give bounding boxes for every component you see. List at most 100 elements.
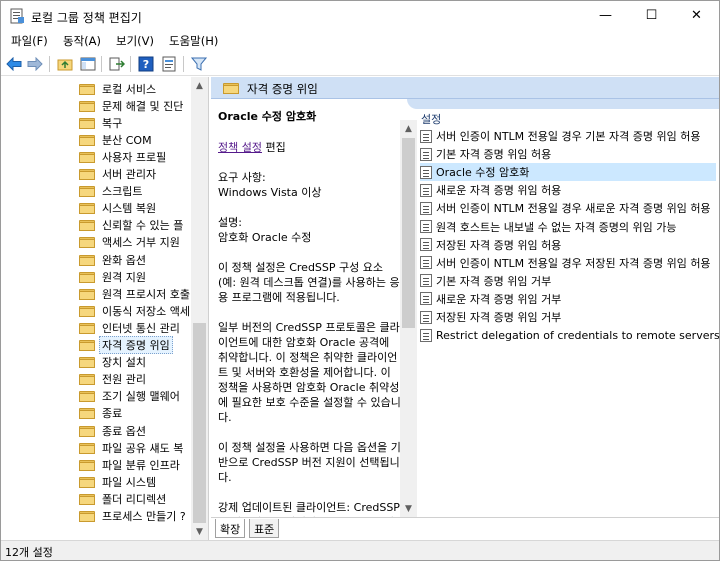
tree-item[interactable]: 조기 실행 맬웨어 <box>79 388 183 405</box>
close-button[interactable]: ✕ <box>674 1 719 30</box>
tree-item[interactable]: 신뢰할 수 있는 플 <box>79 217 186 234</box>
setting-row[interactable]: 서버 인증이 NTLM 전용일 경우 저장된 자격 증명 위임 허용 <box>420 254 716 272</box>
folder-icon <box>79 254 95 266</box>
policy-setting-icon <box>420 274 432 288</box>
export-list-icon[interactable] <box>108 55 126 73</box>
detail-pane: 자격 증명 위임 Oracle 수정 암호화 정책 설정 편집 요구 사항: Wi… <box>211 77 719 540</box>
requirements: 요구 사항: Windows Vista 이상 <box>218 170 401 200</box>
policy-setting-icon <box>420 292 432 306</box>
tree-item[interactable]: 로컬 서비스 <box>79 80 159 97</box>
policy-setting-icon <box>420 328 432 342</box>
setting-label: Oracle 수정 암호화 <box>436 166 530 180</box>
tab-standard[interactable]: 표준 <box>249 519 280 538</box>
back-arrow-icon[interactable] <box>5 55 23 73</box>
description-paragraph: 이 정책 설정은 CredSSP 구성 요소(예: 원격 데스크톱 연결)를 사… <box>218 261 400 304</box>
tree-item[interactable]: 파일 분류 인프라 <box>79 456 183 473</box>
tree-item[interactable]: 인터넷 통신 관리 <box>79 319 183 336</box>
tree-item[interactable]: 복구 <box>79 114 125 131</box>
description-value: 암호화 Oracle 수정 <box>218 231 312 244</box>
tree-item[interactable]: 전원 관리 <box>79 371 149 388</box>
menu-action[interactable]: 동작(A) <box>63 33 101 49</box>
menu-file[interactable]: 파일(F) <box>11 33 48 49</box>
setting-row[interactable]: 새로운 자격 증명 위임 허용 <box>420 181 716 199</box>
tree-item-label: 파일 시스템 <box>102 475 157 489</box>
setting-label: Restrict delegation of credentials to re… <box>436 329 719 343</box>
detail-header: 자격 증명 위임 <box>211 77 719 99</box>
setting-row[interactable]: Oracle 수정 암호화 <box>420 163 716 182</box>
tree-scroll-thumb[interactable] <box>193 323 206 523</box>
tree-item[interactable]: 이동식 저장소 액세 <box>79 302 193 319</box>
setting-row[interactable]: 서버 인증이 NTLM 전용일 경우 새로운 자격 증명 위임 허용 <box>420 199 716 217</box>
tree-item[interactable]: 원격 프로시저 호출 <box>79 285 193 302</box>
folder-icon <box>79 288 95 300</box>
policy-setting-icon <box>420 147 432 161</box>
folder-icon <box>79 100 95 112</box>
tree-item[interactable]: 종료 <box>79 405 125 422</box>
menu-help[interactable]: 도움말(H) <box>169 33 218 49</box>
folder-icon <box>79 322 95 334</box>
tree-item[interactable]: 종료 옵션 <box>79 422 149 439</box>
tree-item-label: 문제 해결 및 진단 <box>102 99 184 113</box>
tree-item[interactable]: 장치 설치 <box>79 354 149 371</box>
setting-label: 기본 자격 증명 위임 거부 <box>436 274 552 288</box>
setting-row[interactable]: 기본 자격 증명 위임 거부 <box>420 272 716 290</box>
tree-item[interactable]: 폴더 리디렉션 <box>79 490 169 507</box>
description-paragraph: 일부 버전의 CredSSP 프로토콜은 클라이언트에 대한 암호화 Oracl… <box>218 321 401 424</box>
folder-icon <box>79 476 95 488</box>
folder-icon <box>79 339 95 351</box>
folder-icon <box>79 83 95 95</box>
maximize-button[interactable]: ☐ <box>629 1 674 30</box>
tree-item[interactable]: 프로세스 만들기 ? <box>79 508 189 525</box>
up-folder-icon[interactable] <box>56 55 74 73</box>
edit-policy-link[interactable]: 정책 설정 <box>218 141 262 154</box>
tab-extended[interactable]: 확장 <box>215 519 246 538</box>
setting-row[interactable]: 저장된 자격 증명 위임 허용 <box>420 236 716 254</box>
tree-item-label: 원격 지원 <box>102 270 146 284</box>
folder-icon <box>223 82 239 94</box>
show-hide-tree-icon[interactable] <box>79 55 97 73</box>
setting-row[interactable]: 서버 인증이 NTLM 전용일 경우 기본 자격 증명 위임 허용 <box>420 127 716 145</box>
tree-item[interactable]: 완화 옵션 <box>79 251 149 268</box>
tree-item[interactable]: 서버 관리자 <box>79 166 159 183</box>
tree-item[interactable]: 사용자 프로필 <box>79 148 169 165</box>
forward-arrow-icon[interactable] <box>26 55 44 73</box>
folder-icon <box>79 219 95 232</box>
folder-icon <box>79 305 95 317</box>
policy-setting-icon <box>420 256 432 270</box>
tree-item[interactable]: 자격 증명 위임 <box>79 336 173 354</box>
tree-item-label: 서버 관리자 <box>102 168 157 181</box>
setting-row[interactable]: 저장된 자격 증명 위임 거부 <box>420 308 716 326</box>
scroll-up-icon[interactable]: ▲ <box>191 77 208 94</box>
filter-icon[interactable] <box>190 55 208 73</box>
tree-item-label: 자격 증명 위임 <box>99 336 173 354</box>
detail-header-title: 자격 증명 위임 <box>247 82 318 96</box>
scroll-down-icon[interactable]: ▼ <box>191 523 208 540</box>
properties-icon[interactable] <box>160 55 178 73</box>
tree-item[interactable]: 스크립트 <box>79 183 145 200</box>
setting-row[interactable]: 새로운 자격 증명 위임 거부 <box>420 290 716 308</box>
tree-item[interactable]: 분산 COM <box>79 131 155 148</box>
setting-row[interactable]: Restrict delegation of credentials to re… <box>420 326 719 344</box>
setting-row[interactable]: 원격 호스트는 내보낼 수 없는 자격 증명의 위임 가능 <box>420 218 716 236</box>
toolbar-separator <box>130 56 131 72</box>
tree-vertical-scrollbar[interactable]: ▲ ▼ <box>191 77 208 540</box>
tree-item[interactable]: 시스템 복원 <box>79 200 159 217</box>
help-icon[interactable]: ? <box>137 55 155 73</box>
description-label: 설명: <box>218 216 242 229</box>
tree-item-label: 파일 공유 섀도 복 <box>102 441 184 455</box>
tree-item[interactable]: 액세스 거부 지원 <box>79 234 183 251</box>
setting-row[interactable]: 기본 자격 증명 위임 허용 <box>420 145 716 163</box>
tree-item[interactable]: 원격 지원 <box>79 268 149 285</box>
tree-item[interactable]: 문제 해결 및 진단 <box>79 97 186 114</box>
tree-item-label: 로컬 서비스 <box>102 82 157 96</box>
minimize-button[interactable]: — <box>583 1 628 30</box>
tree-item-label: 스크립트 <box>102 185 143 199</box>
status-bar: 12개 설정 <box>1 540 719 560</box>
toolbar-separator <box>101 56 102 72</box>
tree-item[interactable]: 파일 공유 섀도 복 <box>79 439 186 456</box>
column-header-setting[interactable]: 설정 <box>421 111 441 127</box>
menu-view[interactable]: 보기(V) <box>116 33 154 49</box>
tree-item[interactable]: 파일 시스템 <box>79 473 159 490</box>
tree-item-label: 장치 설치 <box>102 356 146 370</box>
tree-pane: 로컬 서비스문제 해결 및 진단 복구 분산 COM 사용자 프로필서버 관리자스크립… <box>1 77 209 540</box>
